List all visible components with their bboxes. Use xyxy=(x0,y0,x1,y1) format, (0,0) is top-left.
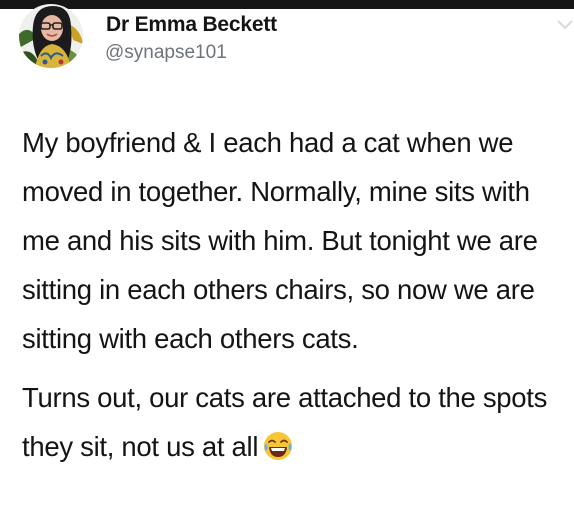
tweet-card: Dr Emma Beckett @synapse101 My boyfriend… xyxy=(0,0,574,517)
author-handle[interactable]: @synapse101 xyxy=(105,42,227,64)
laughing-emoji-icon xyxy=(262,428,294,460)
avatar[interactable] xyxy=(19,4,83,68)
tweet-text: My boyfriend & I each had a cat when we … xyxy=(22,118,567,471)
chevron-down-icon[interactable] xyxy=(556,18,574,30)
tweet-paragraph-2: Turns out, our cats are attached to the … xyxy=(22,373,567,471)
avatar-image xyxy=(19,4,83,68)
author-name[interactable]: Dr Emma Beckett xyxy=(106,13,277,37)
tweet-paragraph-1: My boyfriend & I each had a cat when we … xyxy=(22,127,538,354)
